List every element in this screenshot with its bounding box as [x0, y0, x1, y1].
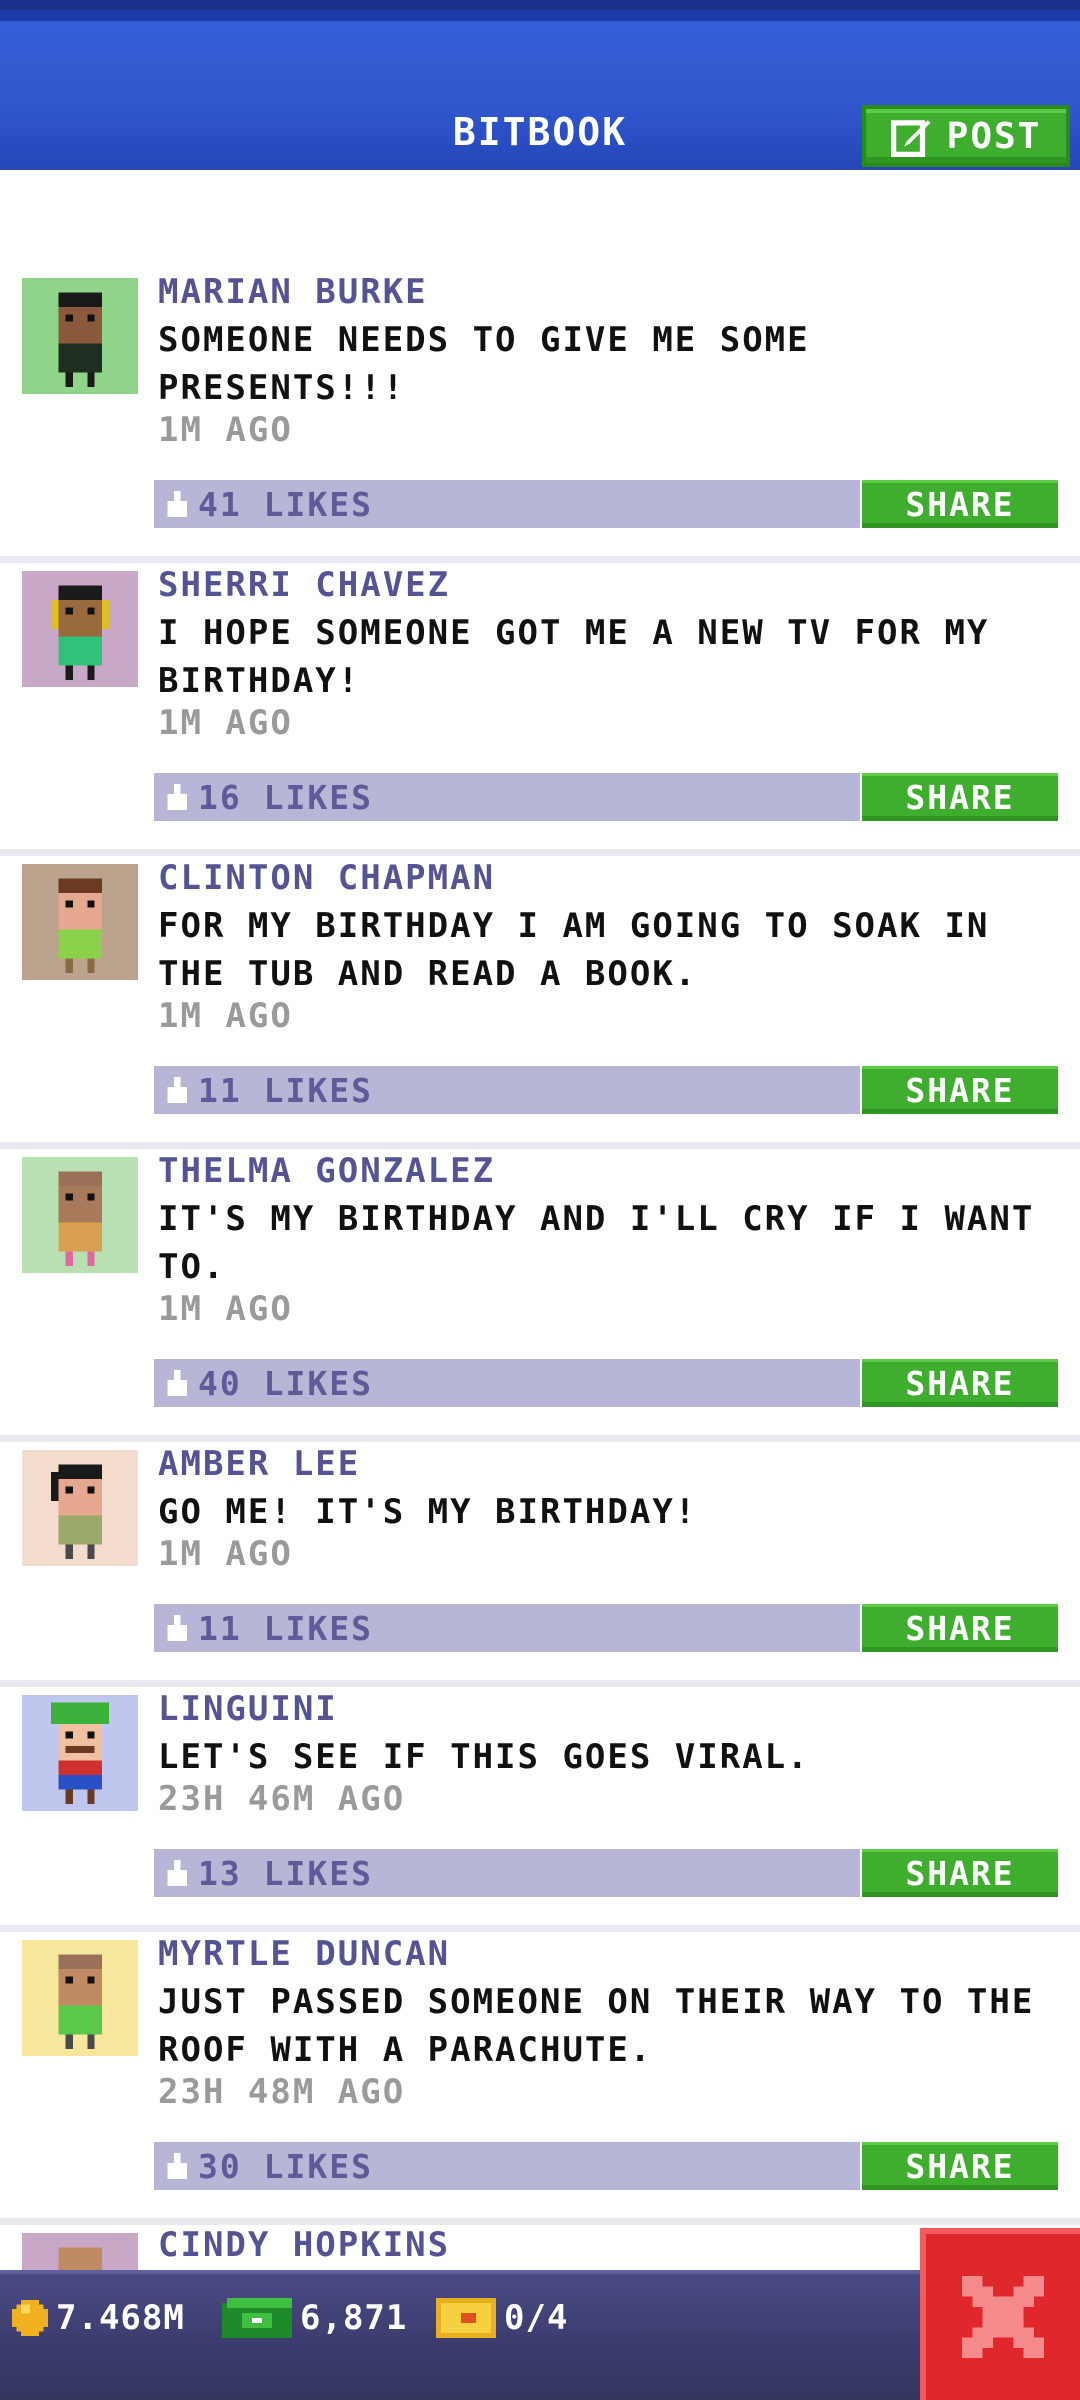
- share-button[interactable]: SHARE: [862, 773, 1058, 821]
- coins-value: 7.468M: [56, 2298, 185, 2338]
- post-author[interactable]: SHERRI CHAVEZ: [158, 565, 450, 605]
- coins-display: 7.468M: [12, 2298, 185, 2338]
- likes-count: 11 LIKES: [198, 1608, 373, 1648]
- post-message: FOR MY BIRTHDAY I AM GOING TO SOAK IN TH…: [158, 906, 990, 994]
- bux-icon: [222, 2298, 292, 2338]
- post-message: SOMEONE NEEDS TO GIVE ME SOME PRESENTS!!…: [158, 320, 810, 408]
- like-button[interactable]: 11 LIKES: [154, 1604, 860, 1652]
- feed-post: AMBER LEE GO ME! IT'S MY BIRTHDAY! 1M AG…: [0, 1442, 1080, 1687]
- like-button[interactable]: 13 LIKES: [154, 1849, 860, 1897]
- post-time: 23H 48M AGO: [158, 2072, 406, 2112]
- avatar: [22, 1157, 138, 1273]
- like-button[interactable]: 16 LIKES: [154, 773, 860, 821]
- thumbs-up-icon: [167, 1077, 187, 1103]
- feed-post: CLINTON CHAPMAN FOR MY BIRTHDAY I AM GOI…: [0, 856, 1080, 1149]
- post-message: GO ME! IT'S MY BIRTHDAY!: [158, 1492, 698, 1532]
- avatar: [22, 1450, 138, 1566]
- share-button[interactable]: SHARE: [862, 2142, 1058, 2190]
- post-author[interactable]: MARIAN BURKE: [158, 272, 428, 312]
- thumbs-up-icon: [167, 1860, 187, 1886]
- post-author[interactable]: AMBER LEE: [158, 1444, 360, 1484]
- close-button[interactable]: [920, 2228, 1080, 2400]
- post-time: 1M AGO: [158, 1289, 293, 1329]
- feed-post: LINGUINI LET'S SEE IF THIS GOES VIRAL. 2…: [0, 1687, 1080, 1932]
- post-author[interactable]: MYRTLE DUNCAN: [158, 1934, 450, 1974]
- thumbs-up-icon: [167, 1370, 187, 1396]
- share-button[interactable]: SHARE: [862, 1359, 1058, 1407]
- likes-count: 40 LIKES: [198, 1363, 373, 1403]
- post-message: IT'S MY BIRTHDAY AND I'LL CRY IF I WANT …: [158, 1199, 1035, 1287]
- bux-value: 6,871: [300, 2298, 408, 2338]
- feed-post-partial: CINDY HOPKINS: [0, 2205, 1080, 2273]
- post-time: 23H 46M AGO: [158, 1779, 406, 1819]
- share-button[interactable]: SHARE: [862, 1604, 1058, 1652]
- post-time: 1M AGO: [158, 703, 293, 743]
- likes-count: 16 LIKES: [198, 777, 373, 817]
- post-button[interactable]: POST: [862, 105, 1070, 167]
- likes-count: 30 LIKES: [198, 2146, 373, 2186]
- post-message: I HOPE SOMEONE GOT ME A NEW TV FOR MY BI…: [158, 613, 990, 701]
- coin-icon: [12, 2300, 48, 2336]
- avatar: [22, 2233, 138, 2273]
- post-time: 1M AGO: [158, 996, 293, 1036]
- post-message: JUST PASSED SOMEONE ON THEIR WAY TO THE …: [158, 1982, 1035, 2070]
- share-button[interactable]: SHARE: [862, 1066, 1058, 1114]
- share-button[interactable]: SHARE: [862, 480, 1058, 528]
- post-author[interactable]: CINDY HOPKINS: [158, 2225, 450, 2265]
- feed-post: SHERRI CHAVEZ I HOPE SOMEONE GOT ME A NE…: [0, 563, 1080, 856]
- thumbs-up-icon: [167, 784, 187, 810]
- share-button[interactable]: SHARE: [862, 1849, 1058, 1897]
- post-time: 1M AGO: [158, 410, 293, 450]
- bux-display: 6,871: [222, 2298, 407, 2338]
- like-button[interactable]: 11 LIKES: [154, 1066, 860, 1114]
- tickets-display: 0/4: [436, 2298, 568, 2338]
- feed-post: THELMA GONZALEZ IT'S MY BIRTHDAY AND I'L…: [0, 1149, 1080, 1442]
- feed-post: MYRTLE DUNCAN JUST PASSED SOMEONE ON THE…: [0, 1932, 1080, 2225]
- post-time: 1M AGO: [158, 1534, 293, 1574]
- top-bar: BITBOOK POST: [0, 0, 1080, 170]
- post-button-label: POST: [946, 115, 1042, 157]
- avatar: [22, 1695, 138, 1811]
- thumbs-up-icon: [167, 2153, 187, 2179]
- avatar: [22, 1940, 138, 2056]
- bottom-status-bar: 7.468M 6,871 0/4: [0, 2270, 1080, 2400]
- avatar: [22, 278, 138, 394]
- edit-icon: [890, 120, 931, 157]
- like-button[interactable]: 41 LIKES: [154, 480, 860, 528]
- likes-count: 13 LIKES: [198, 1853, 373, 1893]
- likes-count: 41 LIKES: [198, 484, 373, 524]
- bitbook-feed[interactable]: MARIAN BURKE SOMEONE NEEDS TO GIVE ME SO…: [0, 270, 1080, 2225]
- post-author[interactable]: LINGUINI: [158, 1689, 338, 1729]
- tickets-value: 0/4: [504, 2298, 569, 2338]
- post-author[interactable]: THELMA GONZALEZ: [158, 1151, 495, 1191]
- like-button[interactable]: 30 LIKES: [154, 2142, 860, 2190]
- post-author[interactable]: CLINTON CHAPMAN: [158, 858, 495, 898]
- close-icon: [962, 2276, 1044, 2358]
- post-message: LET'S SEE IF THIS GOES VIRAL.: [158, 1737, 810, 1777]
- thumbs-up-icon: [167, 491, 187, 517]
- likes-count: 11 LIKES: [198, 1070, 373, 1110]
- feed-post: MARIAN BURKE SOMEONE NEEDS TO GIVE ME SO…: [0, 270, 1080, 563]
- thumbs-up-icon: [167, 1615, 187, 1641]
- like-button[interactable]: 40 LIKES: [154, 1359, 860, 1407]
- ticket-icon: [436, 2298, 496, 2338]
- avatar: [22, 571, 138, 687]
- avatar: [22, 864, 138, 980]
